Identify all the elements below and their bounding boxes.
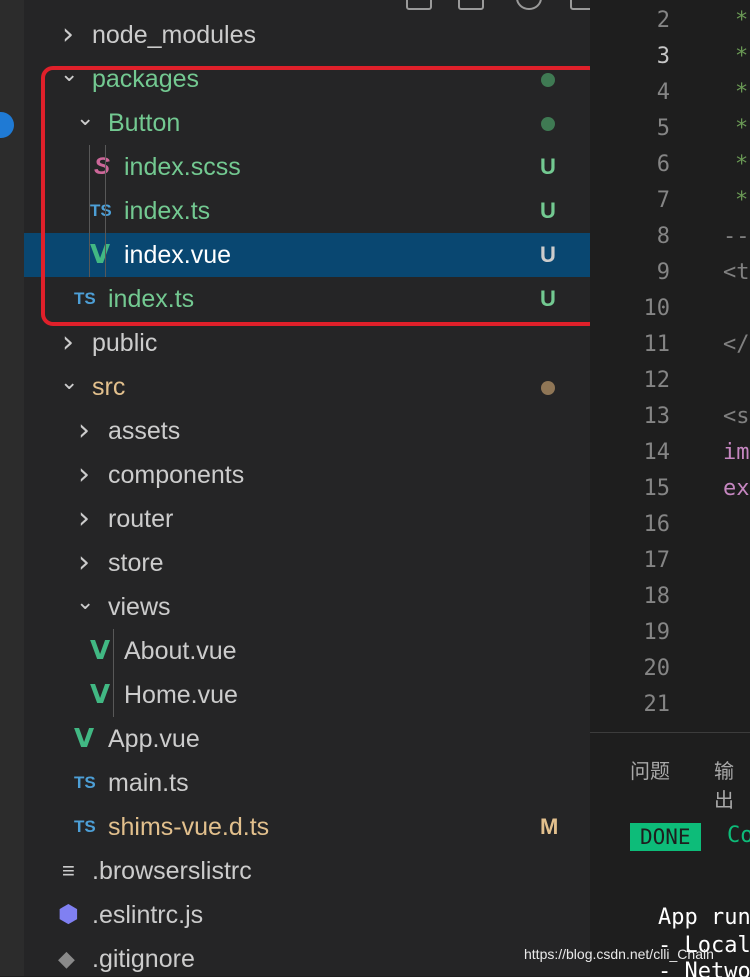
code-fragment: * — [735, 8, 749, 33]
indent-guide — [113, 629, 114, 717]
folder-row[interactable]: › assets — [24, 409, 590, 453]
tree-item-label: .eslintrc.js — [92, 901, 204, 929]
highlight-box — [41, 66, 601, 326]
line-number: 13 — [643, 404, 671, 429]
chevron-right-icon[interactable]: › — [76, 541, 92, 585]
file-row[interactable]: V App.vue — [24, 717, 590, 761]
new-file-icon[interactable] — [406, 0, 432, 10]
code-fragment: <s — [723, 404, 750, 429]
chevron-right-icon[interactable]: › — [76, 453, 92, 497]
tree-item-label: public — [92, 329, 158, 357]
file-row[interactable]: V About.vue — [24, 629, 590, 673]
file-row[interactable]: TS shims-vue.d.ts M — [24, 805, 590, 849]
activity-bar — [0, 0, 24, 976]
line-number: 20 — [643, 656, 671, 681]
folder-row[interactable]: ⌄ views — [24, 585, 590, 629]
editor-pane[interactable]: 2 3 4 5 6 7 8 9 10 11 12 13 14 15 16 17 18 19 20 21 * * * * * * --… — [590, 0, 750, 732]
tree-item-label: .gitignore — [92, 945, 195, 973]
line-number: 21 — [643, 692, 671, 717]
folder-row[interactable]: › node_modules — [24, 13, 590, 57]
done-badge: DONE — [630, 823, 701, 851]
line-number: 3 — [656, 44, 670, 69]
code-fragment: -- — [723, 224, 750, 249]
chevron-right-icon[interactable]: › — [60, 321, 76, 365]
folder-row[interactable]: › store — [24, 541, 590, 585]
vue-icon: V — [90, 680, 111, 710]
terminal-line: App run — [658, 905, 750, 930]
line-number: 17 — [643, 548, 671, 573]
line-number: 19 — [643, 620, 671, 645]
tree-item-label: main.ts — [108, 769, 189, 797]
code-fragment: * — [735, 80, 749, 105]
chevron-right-icon[interactable]: › — [76, 497, 92, 541]
line-number: 8 — [656, 224, 670, 249]
tree-item-label: store — [108, 549, 164, 577]
line-number: 14 — [643, 440, 671, 465]
vue-icon: V — [74, 724, 95, 754]
folder-row[interactable]: › router — [24, 497, 590, 541]
code-fragment: * — [735, 44, 749, 69]
code-fragment: </ — [723, 332, 750, 357]
tree-item-label: views — [108, 593, 171, 621]
chevron-right-icon[interactable]: › — [60, 13, 76, 57]
chevron-right-icon[interactable]: › — [76, 409, 92, 453]
line-number: 7 — [656, 188, 670, 213]
git-icon: ◆ — [58, 946, 75, 971]
chevron-down-icon[interactable]: ⌄ — [76, 585, 94, 629]
tree-item-label: router — [108, 505, 174, 533]
folder-row[interactable]: › public — [24, 321, 590, 365]
line-number: 4 — [656, 80, 670, 105]
line-number: 16 — [643, 512, 671, 537]
tree-item-label: node_modules — [92, 21, 257, 49]
done-message: Co — [727, 823, 750, 848]
new-folder-icon[interactable] — [458, 0, 484, 10]
code-fragment: * — [735, 188, 749, 213]
tree-item-label: components — [108, 461, 245, 489]
ts-icon: TS — [74, 773, 96, 792]
folder-row[interactable]: ⌄ src — [24, 365, 590, 409]
line-number: 9 — [656, 260, 670, 285]
file-row[interactable]: ≡ .browserslistrc — [24, 849, 590, 893]
line-number: 6 — [656, 152, 670, 177]
collapse-all-icon[interactable] — [570, 0, 590, 10]
lines-icon: ≡ — [62, 858, 75, 883]
line-number: 5 — [656, 116, 670, 141]
file-row[interactable]: ⬢ .eslintrc.js — [24, 893, 590, 937]
tree-item-label: Home.vue — [124, 681, 238, 709]
eslint-icon: ⬢ — [58, 901, 79, 928]
line-number: 12 — [643, 368, 671, 393]
refresh-icon[interactable] — [516, 0, 542, 10]
file-row[interactable]: ◆ .gitignore — [24, 937, 590, 976]
code-fragment: * — [735, 152, 749, 177]
watermark: https://blog.csdn.net/clli_Chain — [524, 946, 714, 962]
file-row[interactable]: V Home.vue — [24, 673, 590, 717]
git-status-badge: M — [540, 814, 559, 839]
code-fragment: ex — [723, 476, 750, 501]
tree-item-label: assets — [108, 417, 181, 445]
bottom-panel: 问题 输出 DONE Co App run - Local - Netwo — [590, 732, 750, 977]
ts-icon: TS — [74, 817, 96, 836]
tree-item-label: .browserslistrc — [92, 857, 252, 885]
git-status-dot — [541, 381, 555, 395]
chevron-down-icon[interactable]: ⌄ — [60, 365, 78, 409]
line-number: 10 — [643, 296, 671, 321]
code-fragment: * — [735, 116, 749, 141]
line-number: 15 — [643, 476, 671, 501]
tab-problems[interactable]: 问题 — [630, 755, 670, 784]
folder-row[interactable]: › components — [24, 453, 590, 497]
vue-icon: V — [90, 636, 111, 666]
line-number: 18 — [643, 584, 671, 609]
activity-badge[interactable] — [0, 112, 14, 138]
line-number: 11 — [643, 332, 671, 357]
file-row[interactable]: TS main.ts — [24, 761, 590, 805]
code-fragment: im — [723, 440, 750, 465]
tree-item-label: App.vue — [108, 725, 200, 753]
tree-item-label: src — [92, 373, 126, 401]
tree-item-label: About.vue — [124, 637, 237, 665]
tab-output[interactable]: 输出 — [714, 755, 750, 813]
code-fragment: <t — [723, 260, 750, 285]
line-number: 2 — [656, 8, 670, 33]
tree-item-label: shims-vue.d.ts — [108, 813, 270, 841]
